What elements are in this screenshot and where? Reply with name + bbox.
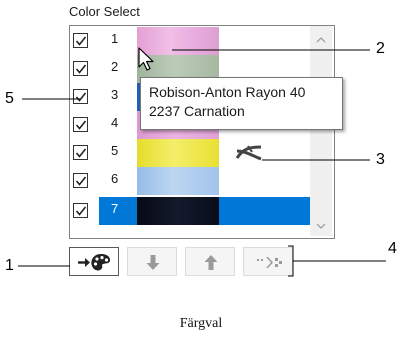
callout-3: 3: [376, 151, 385, 168]
callout-4: 4: [388, 240, 397, 257]
callout-2: 2: [376, 40, 385, 57]
figure-caption: Färgval: [179, 316, 223, 331]
callout-5: 5: [5, 90, 14, 107]
callout-1: 1: [5, 257, 14, 274]
callout-lines: [18, 49, 386, 277]
